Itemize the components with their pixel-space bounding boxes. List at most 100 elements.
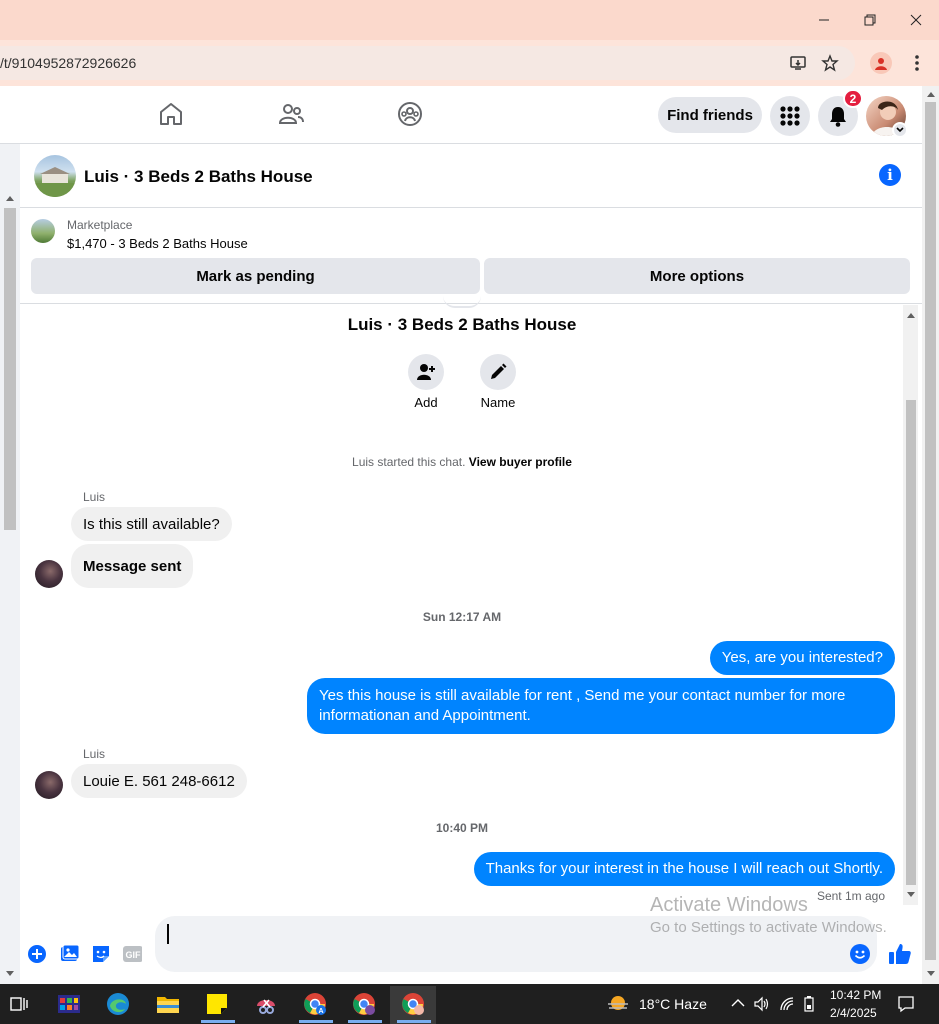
left-scroll-up-icon[interactable] xyxy=(5,194,15,202)
add-person-icon xyxy=(417,364,435,380)
bookmark-star-icon[interactable] xyxy=(820,53,840,73)
sender-name: Luis xyxy=(83,747,106,761)
restore-icon xyxy=(864,14,876,26)
svg-text:GIF: GIF xyxy=(126,950,142,960)
thumbs-up-icon[interactable] xyxy=(888,942,912,966)
gif-button[interactable]: GIF xyxy=(122,944,142,964)
clock-time[interactable]: 10:42 PM xyxy=(830,988,881,1002)
sticker-icon xyxy=(93,946,109,962)
minimize-button[interactable] xyxy=(801,6,847,34)
active-app-indicator xyxy=(299,1020,333,1023)
started-text: Luis started this chat. xyxy=(352,455,466,469)
friends-icon[interactable] xyxy=(277,100,305,128)
notification-badge: 2 xyxy=(843,89,863,108)
page-scrollbar-thumb[interactable] xyxy=(925,102,936,960)
incoming-message[interactable]: Is this still available? xyxy=(71,507,232,541)
more-actions-button[interactable] xyxy=(27,944,47,964)
url-text[interactable]: /t/9104952872926626 xyxy=(0,55,136,71)
app-grid-icon[interactable] xyxy=(57,992,81,1016)
left-scroll-down-icon[interactable] xyxy=(5,970,15,978)
install-app-icon[interactable] xyxy=(788,53,808,73)
activate-windows-subtitle: Go to Settings to activate Windows. xyxy=(650,919,887,936)
chat-avatar[interactable] xyxy=(34,155,76,197)
timestamp: 10:40 PM xyxy=(435,821,489,835)
find-friends-button[interactable]: Find friends xyxy=(658,97,762,133)
address-row: /t/9104952872926626 xyxy=(0,40,939,86)
notification-center-icon[interactable] xyxy=(897,995,915,1013)
conversation-title: Luis · 3 Beds 2 Baths House xyxy=(347,315,577,334)
menu-button[interactable] xyxy=(770,96,810,136)
name-button[interactable] xyxy=(480,354,516,390)
chrome-profile-c-icon[interactable] xyxy=(401,992,425,1016)
battery-icon[interactable] xyxy=(802,996,816,1012)
scroll-down-arrow-icon[interactable] xyxy=(926,970,936,978)
wifi-icon[interactable] xyxy=(779,996,795,1012)
more-options-button[interactable]: More options xyxy=(484,258,910,294)
scroll-up-arrow-icon[interactable] xyxy=(926,90,936,98)
emoji-icon[interactable] xyxy=(850,944,870,964)
close-icon xyxy=(910,14,922,26)
chevron-down-icon xyxy=(896,127,904,133)
info-icon[interactable]: i xyxy=(879,164,901,186)
plus-circle-icon xyxy=(28,945,46,963)
attach-photo-button[interactable] xyxy=(60,944,80,964)
weather-text[interactable]: 18°C Haze xyxy=(639,996,707,1012)
svg-text:A: A xyxy=(318,1008,323,1015)
outgoing-message[interactable]: Yes this house is still available for re… xyxy=(307,678,895,734)
sender-avatar[interactable] xyxy=(35,560,63,588)
task-view-icon[interactable] xyxy=(7,992,31,1016)
restore-button[interactable] xyxy=(847,6,893,34)
messages-scroll-down-icon[interactable] xyxy=(906,891,916,899)
sticky-notes-icon[interactable] xyxy=(205,992,229,1016)
active-app-indicator xyxy=(201,1020,235,1023)
listing-thumbnail[interactable] xyxy=(31,219,55,243)
outgoing-message[interactable]: Thanks for your interest in the house I … xyxy=(473,852,895,886)
close-window-button[interactable] xyxy=(893,6,939,34)
messages-scroll-up-icon[interactable] xyxy=(906,311,916,319)
left-scroll-thumb[interactable] xyxy=(4,208,16,530)
timestamp: Sun 12:17 AM xyxy=(422,610,502,624)
browser-title-bar xyxy=(0,0,939,40)
browser-menu-icon[interactable] xyxy=(908,52,926,74)
outgoing-message[interactable]: Yes, are you interested? xyxy=(709,641,895,675)
sticker-button[interactable] xyxy=(91,944,111,964)
volume-icon[interactable] xyxy=(753,996,769,1012)
home-icon[interactable] xyxy=(157,100,185,128)
activate-windows-title: Activate Windows xyxy=(650,894,808,916)
sender-avatar[interactable] xyxy=(35,771,63,799)
clock-date[interactable]: 2/4/2025 xyxy=(830,1006,877,1020)
chevron-up-icon[interactable] xyxy=(731,998,745,1008)
pencil-icon xyxy=(491,363,507,379)
file-explorer-icon[interactable] xyxy=(156,992,180,1016)
marketplace-label: Marketplace xyxy=(67,218,133,232)
add-person-button[interactable] xyxy=(408,354,444,390)
bell-icon xyxy=(830,107,846,127)
chrome-profile-a-icon[interactable]: A xyxy=(303,992,327,1016)
chat-start-notice: Luis started this chat. View buyer profi… xyxy=(280,455,644,469)
add-label: Add xyxy=(414,395,438,410)
mark-as-pending-button[interactable]: Mark as pending xyxy=(31,258,480,294)
chat-title[interactable]: Luis · 3 Beds 2 Baths House xyxy=(84,167,313,187)
messages-scrollbar-thumb[interactable] xyxy=(906,400,916,885)
incoming-message[interactable]: Message sent xyxy=(71,544,194,588)
grid-menu-icon xyxy=(780,106,800,126)
gif-icon: GIF xyxy=(123,946,142,962)
account-caret[interactable] xyxy=(892,122,908,138)
chrome-profile-b-icon[interactable] xyxy=(352,992,376,1016)
taskbar xyxy=(0,984,939,1024)
groups-icon[interactable] xyxy=(396,100,424,128)
snipping-tool-icon[interactable] xyxy=(254,992,278,1016)
view-buyer-profile-link[interactable]: View buyer profile xyxy=(469,455,572,469)
photo-icon xyxy=(61,944,80,961)
active-app-indicator xyxy=(397,1020,431,1023)
browser-profile-icon[interactable] xyxy=(870,52,892,74)
edge-icon[interactable] xyxy=(106,992,130,1016)
weather-haze-icon[interactable] xyxy=(606,992,630,1016)
sender-name: Luis xyxy=(83,490,106,504)
incoming-message[interactable]: Louie E. 561 248-6612 xyxy=(71,764,247,798)
sent-status: Sent 1m ago xyxy=(816,889,885,903)
text-cursor xyxy=(167,924,169,944)
address-bar[interactable]: /t/9104952872926626 xyxy=(0,46,855,80)
minimize-icon xyxy=(819,19,829,21)
listing-price-title[interactable]: $1,470 - 3 Beds 2 Baths House xyxy=(67,236,248,251)
